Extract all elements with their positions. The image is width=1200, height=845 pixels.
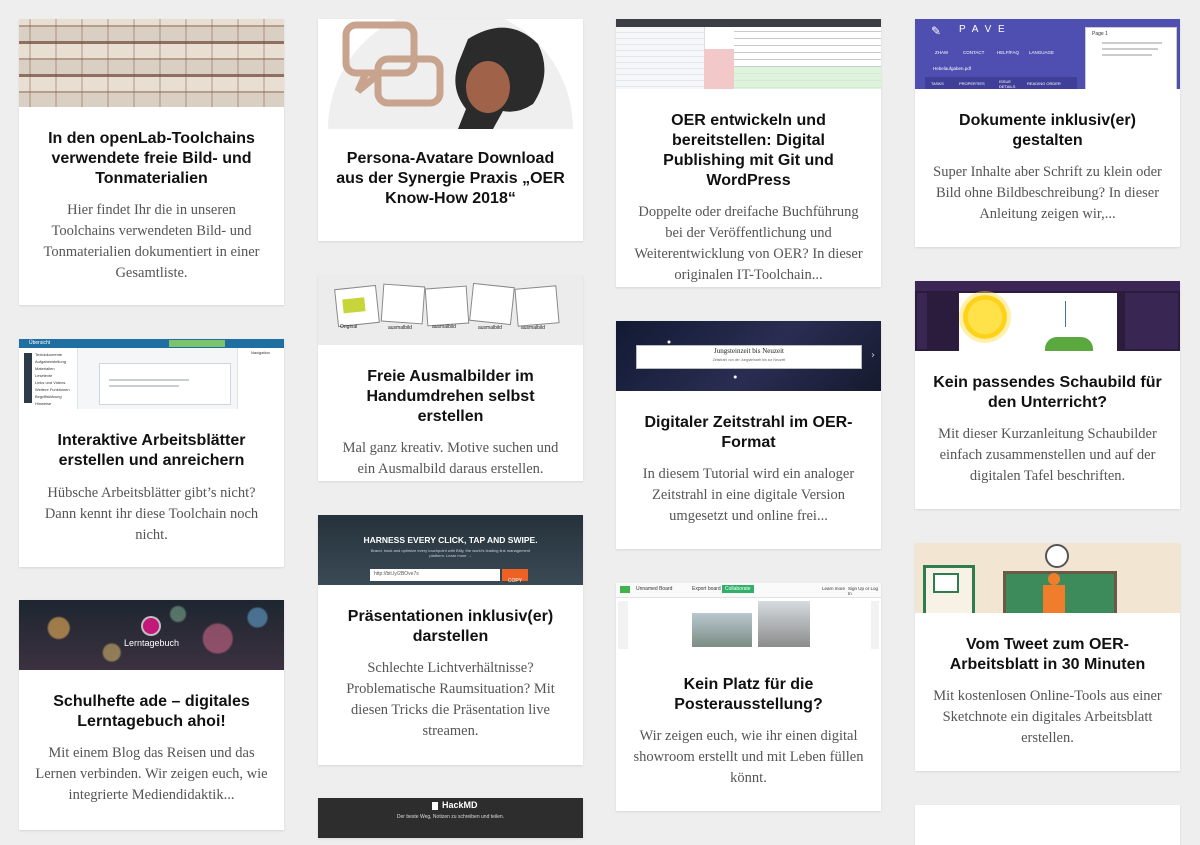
ausmal-card-label: ausmalbild — [432, 324, 456, 330]
logo-icon — [620, 586, 630, 593]
ausmal-card-label: Original — [340, 324, 358, 330]
card-title: Kein Platz für die Posterausstellung? — [674, 676, 823, 713]
card-excerpt: Doppelte oder dreifache Buchführung bei … — [634, 204, 863, 283]
card-praesentationen[interactable]: HARNESS EVERY CLICK, TAP AND SWIPE. Bran… — [318, 515, 583, 765]
flower-icon — [143, 618, 159, 634]
pave-nav-item: CONTACT — [963, 50, 985, 55]
card-title: Freie Ausmalbilder im Handumdrehen selbs… — [366, 368, 535, 425]
app-menu-item: Materialien — [35, 366, 55, 371]
card-title: Digitaler Zeitstrahl im OER-Format — [644, 414, 853, 451]
card-excerpt: Super Inhalte aber Schrift zu klein oder… — [933, 164, 1162, 222]
pave-file-name: Hebelaufgaben.pdf — [933, 66, 972, 71]
pave-nav-item: LANGUAGE — [1029, 50, 1055, 55]
card-title: Präsentationen inklusiv(er) darstellen — [347, 608, 554, 645]
board-name: Unnamed Board — [636, 586, 673, 592]
clock-icon — [1045, 544, 1069, 568]
pave-tab: READING ORDER — [1027, 81, 1061, 86]
app-menu-item: Aufgabenstellung — [35, 359, 66, 364]
card-image-zeitstrahl: Jungsteinzeit bis Neuzeit Zeitstrahl von… — [616, 321, 881, 391]
card-ausmalbilder[interactable]: Original ausmalbild ausmalbild ausmalbil… — [318, 275, 583, 481]
card-title: Interaktive Arbeitsblätter erstellen und… — [57, 432, 246, 469]
card-excerpt: Mit dieser Kurzanleitung Schaubilder ein… — [938, 426, 1157, 484]
card-image-lerntagebuch: Lerntagebuch — [19, 600, 284, 670]
card-oer-git-wordpress[interactable]: OER entwickeln und bereitstellen: Digita… — [616, 19, 881, 287]
lerntagebuch-brand: Lerntagebuch — [123, 638, 180, 648]
card-title: Kein passendes Schaubild für den Unterri… — [933, 374, 1162, 411]
app-menu-item: Lesetexte — [35, 373, 53, 378]
card-image-persona-avatar — [318, 19, 583, 129]
card-image-ausmalbilder: Original ausmalbild ausmalbild ausmalbil… — [318, 275, 583, 345]
card-title: Dokumente inklusiv(er) gestalten — [959, 112, 1136, 149]
app-menu-item: Textdokumente — [35, 352, 63, 357]
feather-icon: ✎ — [931, 24, 942, 38]
bitly-subline: Brand, track and optimize every touchpoi… — [370, 548, 531, 558]
card-hackmd[interactable]: HackMD Der beste Weg, Notizen zu schreib… — [318, 798, 583, 838]
card-digitaler-zeitstrahl[interactable]: Jungsteinzeit bis Neuzeit Zeitstrahl von… — [616, 321, 881, 549]
card-image-app-screenshot: Übersicht Textdokumente Aufgabenstellung… — [19, 339, 284, 409]
persona-illustration — [328, 19, 573, 129]
card-title: Vom Tweet zum OER-Arbeitsblatt in 30 Min… — [949, 636, 1146, 673]
card-posterausstellung[interactable]: Unnamed Board Export board Collaborate L… — [616, 583, 881, 811]
card-image-hackmd: HackMD Der beste Weg, Notizen zu schreib… — [318, 798, 583, 838]
bitly-url-input: http://bit.ly/2BOve7s — [370, 569, 500, 581]
card-title: OER entwickeln und bereitstellen: Digita… — [663, 112, 834, 189]
ausmal-card-label: ausmalbild — [478, 325, 502, 331]
bitly-headline: HARNESS EVERY CLICK, TAP AND SWIPE. — [363, 535, 538, 545]
sun-icon — [963, 295, 1007, 339]
hackmd-brand: HackMD — [442, 800, 478, 810]
card-image-books — [19, 19, 284, 107]
app-tab-label: Übersicht — [29, 340, 51, 346]
export-board-label: Export board — [692, 586, 721, 592]
pave-tab: TASKS — [931, 81, 944, 86]
learn-more-label: Learn more — [822, 586, 846, 591]
pave-nav-item: ZHAW — [935, 50, 949, 55]
app-menu-item: Begriffsklärung — [35, 394, 62, 399]
card-persona-avatare[interactable]: Persona-Avatare Download aus der Synergi… — [318, 19, 583, 241]
file-icon — [432, 802, 438, 810]
collaborate-badge: Collaborate — [722, 585, 754, 593]
pave-page-preview: Page 1 — [1085, 27, 1177, 89]
signup-label: Sign Up or Log In — [848, 586, 879, 596]
card-interaktive-arbeitsblaetter[interactable]: Übersicht Textdokumente Aufgabenstellung… — [19, 339, 284, 567]
card-excerpt: Hier findet Ihr die in unseren Toolchain… — [43, 202, 260, 281]
card-excerpt: Hübsche Arbeitsblätter gibt’s nicht? Dan… — [44, 485, 259, 543]
card-excerpt: Schlechte Lichtverhältnisse? Problematis… — [346, 660, 555, 739]
pave-tab: PROPERTIES — [959, 81, 985, 86]
bitly-copy-button: COPY — [502, 569, 528, 584]
card-image-git-diff — [616, 19, 881, 89]
card-excerpt: In diesem Tutorial wird ein analoger Zei… — [642, 466, 855, 524]
card-unknown[interactable] — [915, 805, 1180, 845]
app-menu-item: Weitere Funktionen — [35, 387, 70, 392]
hackmd-tagline: Der beste Weg, Notizen zu schreiben und … — [396, 814, 505, 820]
card-excerpt: Wir zeigen euch, wie ihr einen digital s… — [633, 728, 864, 786]
zeitstrahl-banner-title: Jungsteinzeit bis Neuzeit — [714, 347, 784, 355]
card-excerpt: Mit einem Blog das Reisen und das Lernen… — [35, 745, 268, 803]
pave-tab: ISSUE DETAILS — [999, 79, 1016, 89]
card-lerntagebuch[interactable]: Lerntagebuch Schulhefte ade – digitales … — [19, 600, 284, 830]
ausmal-card-label: ausmalbild — [521, 325, 545, 331]
card-image-board: Unnamed Board Export board Collaborate L… — [616, 583, 881, 653]
app-menu-item: Hinweise — [35, 401, 52, 406]
pave-brand: P A V E — [959, 24, 1007, 35]
card-excerpt: Mal ganz kreativ. Motive suchen und ein … — [342, 440, 559, 477]
card-image-pave: ✎ P A V E ZHAW CONTACT HELP/FAQ LANGUAGE… — [915, 19, 1180, 89]
ausmal-card-label: ausmalbild — [388, 325, 412, 331]
card-title: Persona-Avatare Download aus der Synergi… — [336, 150, 565, 207]
card-image-classroom — [915, 543, 1180, 613]
card-toolchain-materialien[interactable]: In den openLab-Toolchains verwendete fre… — [19, 19, 284, 305]
chevron-right-icon: › — [871, 350, 875, 361]
card-excerpt: Mit kostenlosen Online-Tools aus einer S… — [933, 688, 1162, 746]
card-title: In den openLab-Toolchains verwendete fre… — [48, 130, 255, 187]
app-sidebar-heading: Navigation — [251, 350, 270, 355]
card-image-bitly: HARNESS EVERY CLICK, TAP AND SWIPE. Bran… — [318, 515, 583, 585]
card-dokumente-inklusiv[interactable]: ✎ P A V E ZHAW CONTACT HELP/FAQ LANGUAGE… — [915, 19, 1180, 247]
app-menu-item: Links und Videos — [35, 380, 66, 385]
card-image-schaubild-editor — [915, 281, 1180, 351]
card-schaubild[interactable]: Kein passendes Schaubild für den Unterri… — [915, 281, 1180, 509]
card-tweet-oer[interactable]: Vom Tweet zum OER-Arbeitsblatt in 30 Min… — [915, 543, 1180, 771]
card-title: Schulhefte ade – digitales Lerntagebuch … — [53, 693, 250, 730]
pave-nav-item: HELP/FAQ — [997, 50, 1020, 55]
zeitstrahl-banner-sub: Zeitstrahl von der Jungsteinzeit bis zur… — [712, 358, 786, 362]
